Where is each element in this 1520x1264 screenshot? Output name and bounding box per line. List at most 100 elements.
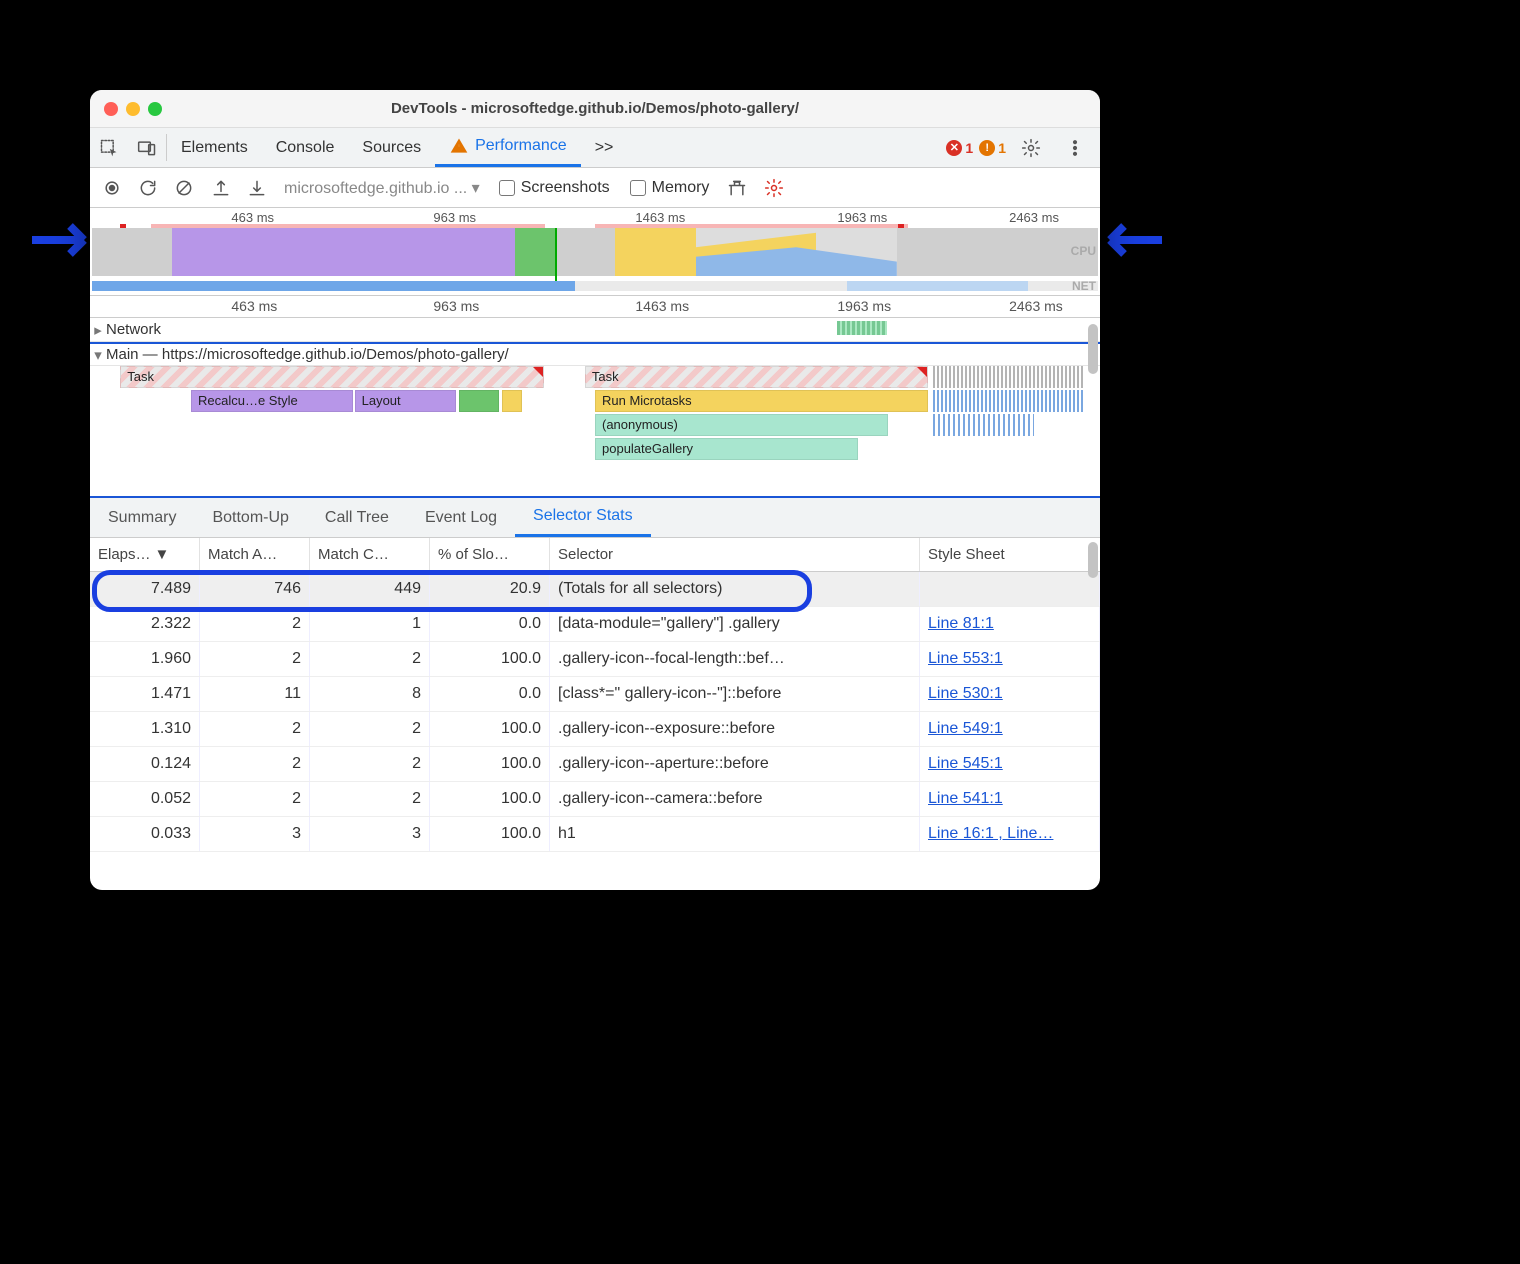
network-block — [837, 321, 887, 335]
screenshots-checkbox[interactable]: Screenshots — [489, 179, 620, 197]
flame-layout[interactable]: Layout — [355, 390, 456, 412]
cell-match-c: 1 — [310, 607, 430, 641]
tabs-overflow-button[interactable]: >> — [581, 128, 628, 167]
record-button[interactable] — [94, 170, 130, 206]
flame-bar[interactable] — [459, 390, 499, 412]
memory-checkbox[interactable]: Memory — [620, 179, 720, 197]
cell-match-c: 2 — [310, 642, 430, 676]
btab-bottom-up[interactable]: Bottom-Up — [194, 498, 306, 537]
checkbox-icon — [630, 180, 646, 196]
reload-record-button[interactable] — [130, 170, 166, 206]
cell-selector: .gallery-icon--camera::before — [550, 782, 920, 816]
btab-summary[interactable]: Summary — [90, 498, 194, 537]
cell-stylesheet[interactable]: Line 549:1 — [920, 712, 1100, 746]
track-network[interactable]: ▸ Network — [90, 318, 1100, 342]
cell-match-c: 449 — [310, 572, 430, 606]
cell-match-a: 2 — [200, 712, 310, 746]
table-row[interactable]: 1.96022100.0.gallery-icon--focal-length:… — [90, 642, 1100, 677]
device-toolbar-button[interactable] — [128, 128, 166, 167]
cell-elapsed: 1.310 — [90, 712, 200, 746]
more-menu-button[interactable] — [1056, 138, 1094, 158]
annotation-arrow-left — [30, 218, 90, 265]
flame-anonymous[interactable]: (anonymous) — [595, 414, 888, 436]
cell-match-a: 2 — [200, 642, 310, 676]
table-row[interactable]: 0.05222100.0.gallery-icon--camera::befor… — [90, 782, 1100, 817]
cell-stylesheet[interactable]: Line 16:1 , Line… — [920, 817, 1100, 851]
window-titlebar: DevTools - microsoftedge.github.io/Demos… — [90, 90, 1100, 128]
flame-scrollbar[interactable] — [1086, 318, 1100, 496]
table-header: Elaps…▼ Match A… Match C… % of Slo… Sele… — [90, 538, 1100, 572]
cell-slow: 100.0 — [430, 817, 550, 851]
cell-selector: h1 — [550, 817, 920, 851]
settings-button[interactable] — [1012, 138, 1050, 158]
cell-stylesheet[interactable]: Line 553:1 — [920, 642, 1100, 676]
warning-count-badge[interactable]: !1 — [979, 140, 1006, 156]
cell-slow: 0.0 — [430, 607, 550, 641]
cell-stylesheet[interactable]: Line 81:1 — [920, 607, 1100, 641]
col-stylesheet[interactable]: Style Sheet — [920, 538, 1100, 571]
flame-chart[interactable]: ▸ Network ▾ Main — https://microsoftedge… — [90, 318, 1100, 498]
upload-profile-button[interactable] — [203, 170, 239, 206]
cell-slow: 20.9 — [430, 572, 550, 606]
target-url-select[interactable]: microsoftedge.github.io ... ▾ — [276, 178, 488, 198]
tab-elements[interactable]: Elements — [167, 128, 262, 167]
cell-match-c: 3 — [310, 817, 430, 851]
col-match-c[interactable]: Match C… — [310, 538, 430, 571]
flame-task[interactable]: Task — [585, 366, 928, 388]
overflow-label: >> — [595, 139, 614, 157]
cell-match-c: 8 — [310, 677, 430, 711]
flame-populate-gallery[interactable]: populateGallery — [595, 438, 858, 460]
cell-selector: .gallery-icon--aperture::before — [550, 747, 920, 781]
cell-match-a: 2 — [200, 607, 310, 641]
cell-elapsed: 7.489 — [90, 572, 200, 606]
cell-elapsed: 0.033 — [90, 817, 200, 851]
flame-bar[interactable] — [502, 390, 522, 412]
cell-match-a: 746 — [200, 572, 310, 606]
track-label: Main — https://microsoftedge.github.io/D… — [106, 346, 509, 363]
tab-performance[interactable]: Performance — [435, 128, 581, 167]
btab-event-log[interactable]: Event Log — [407, 498, 515, 537]
inspect-element-button[interactable] — [90, 128, 128, 167]
btab-selector-stats[interactable]: Selector Stats — [515, 498, 651, 537]
table-row[interactable]: 1.4711180.0[class*=" gallery-icon--"]::b… — [90, 677, 1100, 712]
flame-recalc-style[interactable]: Recalcu…e Style — [191, 390, 353, 412]
table-row[interactable]: 2.322210.0[data-module="gallery"] .galle… — [90, 607, 1100, 642]
table-row[interactable]: 0.03333100.0h1Line 16:1 , Line… — [90, 817, 1100, 852]
performance-toolbar: microsoftedge.github.io ... ▾ Screenshot… — [90, 168, 1100, 208]
detail-tabstrip: Summary Bottom-Up Call Tree Event Log Se… — [90, 498, 1100, 538]
collect-garbage-button[interactable] — [719, 170, 755, 206]
flame-task[interactable]: Task — [120, 366, 544, 388]
expand-icon: ▸ — [90, 321, 106, 339]
track-main[interactable]: ▾ Main — https://microsoftedge.github.io… — [90, 342, 1100, 366]
cell-match-c: 2 — [310, 712, 430, 746]
cell-match-a: 2 — [200, 782, 310, 816]
table-row[interactable]: 7.48974644920.9(Totals for all selectors… — [90, 572, 1100, 607]
timeline-overview[interactable]: 463 ms 963 ms 1463 ms 1963 ms 2463 ms CP… — [90, 208, 1100, 296]
col-slow[interactable]: % of Slo… — [430, 538, 550, 571]
btab-call-tree[interactable]: Call Tree — [307, 498, 407, 537]
col-match-a[interactable]: Match A… — [200, 538, 310, 571]
table-scrollbar[interactable] — [1086, 538, 1100, 890]
checkbox-icon — [499, 180, 515, 196]
panel-tabstrip: Elements Console Sources Performance >> … — [90, 128, 1100, 168]
table-row[interactable]: 0.12422100.0.gallery-icon--aperture::bef… — [90, 747, 1100, 782]
clear-button[interactable] — [166, 170, 202, 206]
tab-console[interactable]: Console — [262, 128, 349, 167]
overview-cpu-lane — [92, 228, 1098, 276]
col-elapsed[interactable]: Elaps…▼ — [90, 538, 200, 571]
tab-sources[interactable]: Sources — [348, 128, 435, 167]
cell-stylesheet[interactable]: Line 530:1 — [920, 677, 1100, 711]
cell-match-c: 2 — [310, 782, 430, 816]
col-selector[interactable]: Selector — [550, 538, 920, 571]
capture-settings-button[interactable] — [756, 170, 792, 206]
cell-slow: 100.0 — [430, 782, 550, 816]
error-count-badge[interactable]: ✕1 — [946, 140, 973, 156]
download-profile-button[interactable] — [239, 170, 275, 206]
table-row[interactable]: 1.31022100.0.gallery-icon--exposure::bef… — [90, 712, 1100, 747]
cell-stylesheet[interactable]: Line 541:1 — [920, 782, 1100, 816]
cell-stylesheet[interactable]: Line 545:1 — [920, 747, 1100, 781]
flame-ruler[interactable]: 463 ms 963 ms 1463 ms 1963 ms 2463 ms — [90, 296, 1100, 318]
flame-run-microtasks[interactable]: Run Microtasks — [595, 390, 928, 412]
cell-elapsed: 1.960 — [90, 642, 200, 676]
net-lane-label: NET — [1072, 279, 1096, 293]
